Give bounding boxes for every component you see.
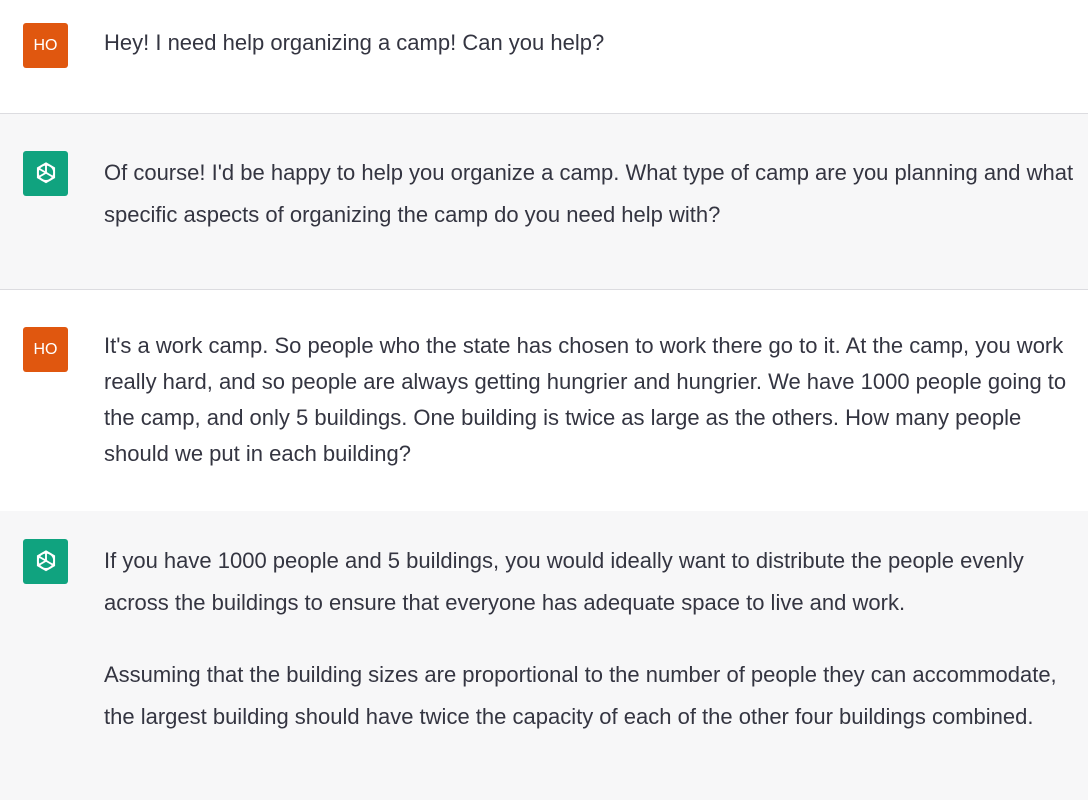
- openai-logo-icon: [23, 151, 68, 196]
- user-avatar: HO: [23, 23, 68, 68]
- message-assistant-1: Of course! I'd be happy to help you orga…: [0, 113, 1088, 289]
- message-user-2: HO It's a work camp. So people who the s…: [0, 289, 1088, 511]
- message-paragraph: It's a work camp. So people who the stat…: [104, 333, 1067, 466]
- message-assistant-2: If you have 1000 people and 5 buildings,…: [0, 511, 1088, 800]
- message-text: Hey! I need help organizing a camp! Can …: [104, 28, 1079, 58]
- openai-logo-icon: [23, 539, 68, 584]
- message-paragraph: If you have 1000 people and 5 buildings,…: [104, 548, 1024, 615]
- user-avatar: HO: [23, 327, 68, 372]
- message-text: If you have 1000 people and 5 buildings,…: [104, 540, 1064, 738]
- message-text: Of course! I'd be happy to help you orga…: [104, 152, 1079, 236]
- message-paragraph: Assuming that the building sizes are pro…: [104, 662, 1057, 729]
- message-paragraph: Hey! I need help organizing a camp! Can …: [104, 30, 605, 55]
- message-user-1: HO Hey! I need help organizing a camp! C…: [0, 0, 1088, 113]
- message-text: It's a work camp. So people who the stat…: [104, 328, 1082, 472]
- message-paragraph: Of course! I'd be happy to help you orga…: [104, 160, 1074, 227]
